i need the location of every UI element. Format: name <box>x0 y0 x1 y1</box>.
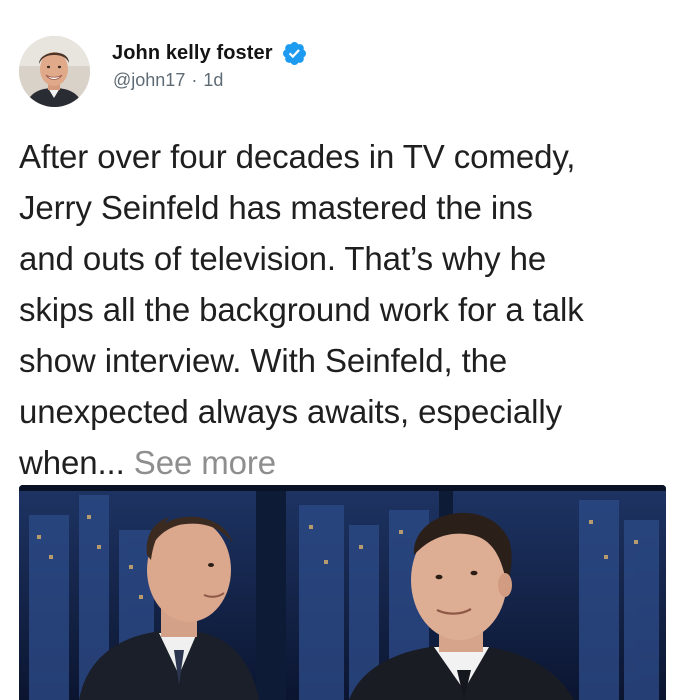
tweet-body: After over four decades in TV comedy, Je… <box>19 131 691 488</box>
author-name-row: John kelly foster <box>112 38 308 68</box>
talk-show-photo-icon <box>19 485 666 700</box>
tweet-text: After over four decades in TV comedy, Je… <box>19 138 584 481</box>
author-display-name[interactable]: John kelly foster <box>112 42 273 65</box>
verified-badge-icon <box>281 40 308 67</box>
avatar[interactable] <box>19 36 90 107</box>
tweet-timestamp[interactable]: 1d <box>203 70 223 91</box>
author-handle[interactable]: @john17 <box>113 70 185 91</box>
see-more-link[interactable]: See more <box>134 444 276 481</box>
tweet-header: John kelly foster @john17 · 1d <box>19 36 679 111</box>
tweet-meta: @john17 · 1d <box>113 70 223 91</box>
profile-photo-icon <box>19 36 90 107</box>
meta-separator: · <box>191 70 198 90</box>
tweet-media[interactable] <box>19 485 666 700</box>
